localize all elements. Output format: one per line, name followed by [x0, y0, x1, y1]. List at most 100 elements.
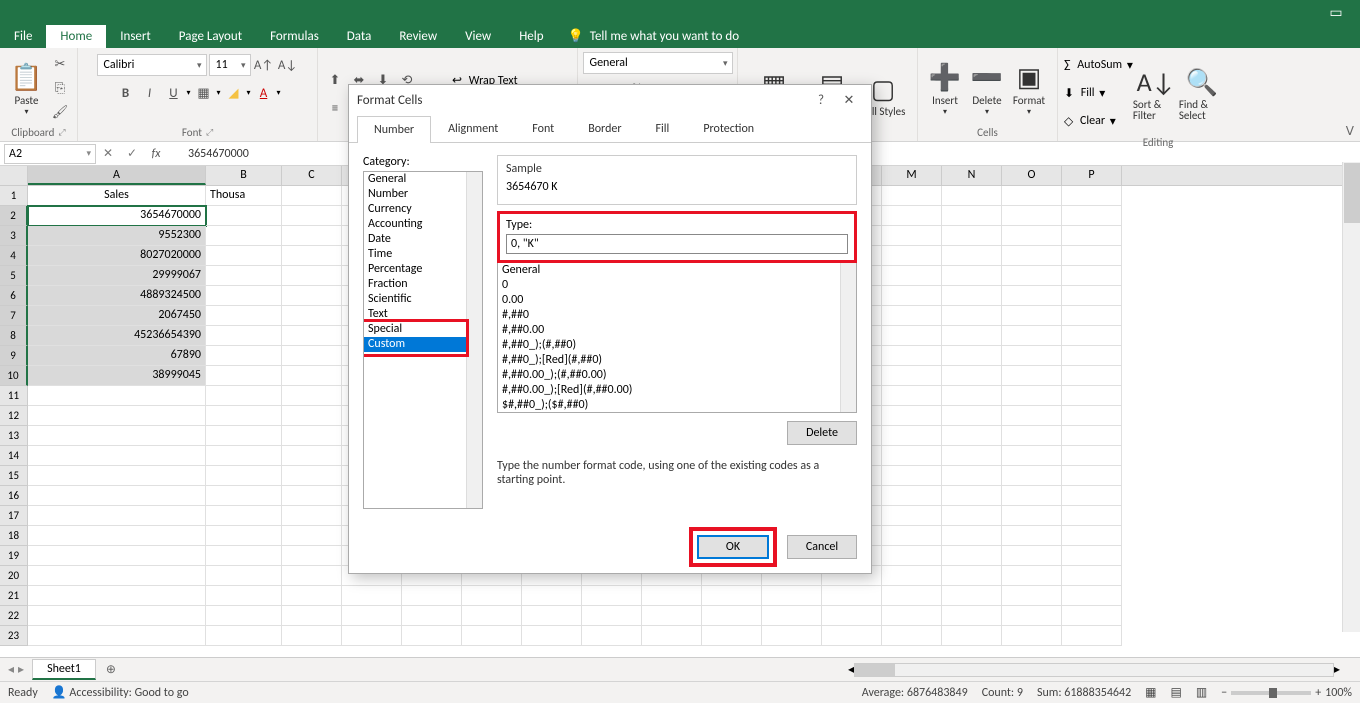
cell-B2[interactable]: [206, 206, 282, 226]
type-input[interactable]: [506, 234, 848, 254]
cell-P19[interactable]: [1062, 546, 1122, 566]
cell-P20[interactable]: [1062, 566, 1122, 586]
category-item-accounting[interactable]: Accounting: [364, 217, 482, 232]
cell-M17[interactable]: [882, 506, 942, 526]
category-item-custom[interactable]: Custom: [364, 337, 482, 352]
cell-B5[interactable]: [206, 266, 282, 286]
category-item-scientific[interactable]: Scientific: [364, 292, 482, 307]
number-format-select[interactable]: General: [583, 52, 733, 74]
cell-F23[interactable]: [462, 626, 522, 646]
cell-C7[interactable]: [282, 306, 342, 326]
format-item[interactable]: General: [498, 263, 856, 278]
cell-O5[interactable]: [1002, 266, 1062, 286]
cell-M3[interactable]: [882, 226, 942, 246]
dialog-tab-fill[interactable]: Fill: [639, 115, 687, 142]
name-box[interactable]: A2▾: [4, 144, 96, 164]
cell-P5[interactable]: [1062, 266, 1122, 286]
cell-C15[interactable]: [282, 466, 342, 486]
cell-I23[interactable]: [642, 626, 702, 646]
cell-A5[interactable]: 29999067: [28, 266, 206, 286]
sheet-nav-prev[interactable]: ▸: [18, 662, 24, 677]
cell-C20[interactable]: [282, 566, 342, 586]
cell-G22[interactable]: [522, 606, 582, 626]
format-painter-button[interactable]: 🖌: [49, 101, 71, 123]
cell-A10[interactable]: 38999045: [28, 366, 206, 386]
row-head-6[interactable]: 6: [0, 286, 28, 306]
cell-M13[interactable]: [882, 426, 942, 446]
cell-B15[interactable]: [206, 466, 282, 486]
cell-O3[interactable]: [1002, 226, 1062, 246]
cell-P14[interactable]: [1062, 446, 1122, 466]
cancel-formula-button[interactable]: ✕: [96, 146, 120, 161]
cell-K22[interactable]: [762, 606, 822, 626]
cell-D22[interactable]: [342, 606, 402, 626]
view-pagelayout-button[interactable]: ▤: [1171, 685, 1182, 700]
cell-P23[interactable]: [1062, 626, 1122, 646]
row-head-13[interactable]: 13: [0, 426, 28, 446]
fx-button[interactable]: fx: [144, 147, 168, 161]
cell-O14[interactable]: [1002, 446, 1062, 466]
cell-M15[interactable]: [882, 466, 942, 486]
category-scrollbar[interactable]: [466, 172, 482, 508]
cell-O17[interactable]: [1002, 506, 1062, 526]
cell-O4[interactable]: [1002, 246, 1062, 266]
cell-O20[interactable]: [1002, 566, 1062, 586]
cell-P21[interactable]: [1062, 586, 1122, 606]
cell-N22[interactable]: [942, 606, 1002, 626]
decrease-font-button[interactable]: A↓: [277, 54, 299, 76]
cut-button[interactable]: ✂: [49, 53, 71, 75]
row-head-10[interactable]: 10: [0, 366, 28, 386]
clear-button[interactable]: ◇ Clear ▾: [1064, 108, 1133, 134]
cell-N18[interactable]: [942, 526, 1002, 546]
cell-M6[interactable]: [882, 286, 942, 306]
cell-A13[interactable]: [28, 426, 206, 446]
format-item[interactable]: $#,##0_);($#,##0): [498, 398, 856, 413]
format-list[interactable]: General00.00#,##0#,##0.00#,##0_);(#,##0)…: [497, 263, 857, 413]
tell-me[interactable]: 💡Tell me what you want to do: [568, 29, 740, 44]
cell-M22[interactable]: [882, 606, 942, 626]
cell-C21[interactable]: [282, 586, 342, 606]
cell-B6[interactable]: [206, 286, 282, 306]
cell-O19[interactable]: [1002, 546, 1062, 566]
cell-A4[interactable]: 8027020000: [28, 246, 206, 266]
cell-O16[interactable]: [1002, 486, 1062, 506]
cell-C2[interactable]: [282, 206, 342, 226]
cell-P16[interactable]: [1062, 486, 1122, 506]
cell-C5[interactable]: [282, 266, 342, 286]
row-head-16[interactable]: 16: [0, 486, 28, 506]
cell-L22[interactable]: [822, 606, 882, 626]
collapse-ribbon-button[interactable]: ᐯ: [1346, 124, 1354, 139]
cell-C4[interactable]: [282, 246, 342, 266]
cell-E21[interactable]: [402, 586, 462, 606]
row-head-22[interactable]: 22: [0, 606, 28, 626]
cell-P15[interactable]: [1062, 466, 1122, 486]
insert-cells-button[interactable]: ➕Insert▾: [924, 55, 966, 121]
row-head-18[interactable]: 18: [0, 526, 28, 546]
cell-B9[interactable]: [206, 346, 282, 366]
cell-N11[interactable]: [942, 386, 1002, 406]
cell-C1[interactable]: [282, 186, 342, 206]
cell-P17[interactable]: [1062, 506, 1122, 526]
view-pagebreak-button[interactable]: ▥: [1196, 685, 1207, 700]
category-item-time[interactable]: Time: [364, 247, 482, 262]
border-button[interactable]: ▦: [192, 82, 214, 104]
cell-C22[interactable]: [282, 606, 342, 626]
cell-N15[interactable]: [942, 466, 1002, 486]
row-head-9[interactable]: 9: [0, 346, 28, 366]
cell-B12[interactable]: [206, 406, 282, 426]
cell-O9[interactable]: [1002, 346, 1062, 366]
cell-N4[interactable]: [942, 246, 1002, 266]
cell-M4[interactable]: [882, 246, 942, 266]
col-head-C[interactable]: C: [282, 166, 342, 185]
category-item-text[interactable]: Text: [364, 307, 482, 322]
cell-K23[interactable]: [762, 626, 822, 646]
sort-filter-button[interactable]: A↓Sort & Filter: [1133, 60, 1179, 126]
category-list[interactable]: GeneralNumberCurrencyAccountingDateTimeP…: [363, 171, 483, 509]
cell-E22[interactable]: [402, 606, 462, 626]
cell-A9[interactable]: 67890: [28, 346, 206, 366]
cancel-button[interactable]: Cancel: [787, 535, 857, 559]
dialog-close-button[interactable]: ✕: [835, 93, 863, 108]
col-head-A[interactable]: A: [28, 166, 206, 185]
cell-C17[interactable]: [282, 506, 342, 526]
cell-C19[interactable]: [282, 546, 342, 566]
